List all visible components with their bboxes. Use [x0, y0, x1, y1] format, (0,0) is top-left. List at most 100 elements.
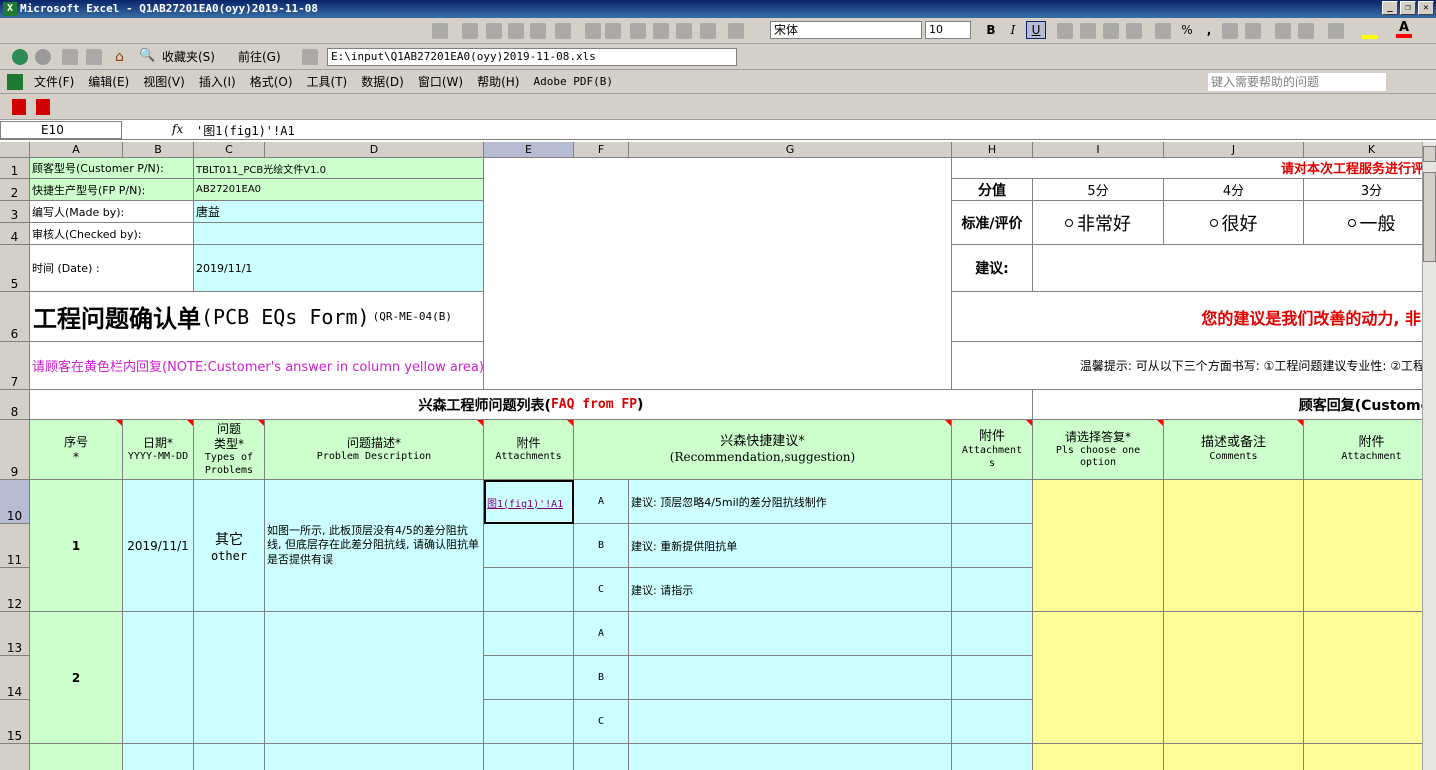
rotate-icon[interactable]	[605, 23, 621, 39]
q2-type[interactable]	[194, 612, 265, 744]
column-header-j[interactable]: J	[1164, 142, 1304, 158]
close-button[interactable]: ✕	[1418, 1, 1434, 15]
row-header-10[interactable]: 10	[0, 480, 30, 524]
select-all-corner[interactable]	[0, 142, 30, 158]
menu-edit[interactable]: 编辑(E)	[88, 74, 129, 90]
made-by-value[interactable]: 唐益	[194, 201, 484, 223]
q1-option-text-2[interactable]: 建议: 请指示	[629, 568, 952, 612]
tip-cell[interactable]: 温馨提示: 可从以下三个方面书写: ①工程问题建议专业性: ②工程确	[952, 342, 1436, 390]
stop-icon[interactable]	[62, 49, 78, 65]
q2-description[interactable]	[265, 612, 484, 744]
effect2-icon[interactable]	[555, 23, 571, 39]
criteria-label-cell[interactable]: 标准/评价	[952, 201, 1033, 245]
borders-icon[interactable]	[1328, 23, 1344, 39]
menu-data[interactable]: 数据(D)	[361, 74, 404, 90]
row-header-5[interactable]: 5	[0, 245, 30, 292]
form-title-cell[interactable]: 工程问题确认单 (PCB EQs Form) (QR-ME-04(B)	[30, 292, 484, 342]
shape2-icon[interactable]	[508, 23, 524, 39]
motivation-cell[interactable]: 您的建议是我们改善的动力, 非常	[952, 292, 1436, 342]
align-center-icon[interactable]	[1080, 23, 1096, 39]
q1-comments[interactable]	[1164, 480, 1304, 612]
rating-option-very-good[interactable]: 非常好	[1033, 201, 1164, 245]
menu-insert[interactable]: 插入(I)	[199, 74, 236, 90]
q1-attachment2-1[interactable]	[952, 524, 1033, 568]
q2-option-text-1[interactable]	[629, 656, 952, 700]
menu-help[interactable]: 帮助(H)	[477, 74, 519, 90]
q2-option-key-2[interactable]: C	[574, 700, 629, 744]
column-header-d[interactable]: D	[265, 142, 484, 158]
reset-picture-icon[interactable]	[728, 23, 744, 39]
search-icon[interactable]: 🔍	[139, 48, 155, 64]
refresh-icon[interactable]	[86, 49, 102, 65]
q1-attachment-2[interactable]	[484, 568, 574, 612]
note-cell[interactable]: 请顾客在黄色栏内回复(NOTE:Customer's answer in col…	[30, 342, 484, 390]
q1-option-key-0[interactable]: A	[574, 480, 629, 524]
q1-option-text-1[interactable]: 建议: 重新提供阻抗单	[629, 524, 952, 568]
scroll-thumb[interactable]	[1423, 172, 1436, 262]
checked-by-value[interactable]	[194, 223, 484, 245]
pdf-email-icon[interactable]	[36, 99, 50, 115]
customer-reply-cell[interactable]: 顾客回复(Customer	[1033, 390, 1436, 420]
header-attachments-2[interactable]: 附件 Attachment s	[952, 420, 1033, 480]
header-comments[interactable]: 描述或备注 Comments	[1164, 420, 1304, 480]
back-icon[interactable]	[12, 49, 28, 65]
favorites-menu[interactable]: 收藏夹(S)	[162, 48, 215, 66]
rating-option-average[interactable]: 一般	[1304, 201, 1436, 245]
row-header-4[interactable]: 4	[0, 223, 30, 245]
row-header-8[interactable]: 8	[0, 390, 30, 420]
formula-input[interactable]: '图1(fig1)'!A1	[196, 122, 295, 139]
q3-attachment-3[interactable]	[1304, 744, 1436, 770]
fx-icon[interactable]: fx	[172, 122, 183, 136]
row-header-3[interactable]: 3	[0, 201, 30, 223]
menu-file[interactable]: 文件(F)	[34, 74, 74, 90]
q1-attachment-0[interactable]: 图1(fig1)'!A1	[484, 480, 574, 524]
customer-pn-label[interactable]: 顾客型号(Customer P/N):	[30, 158, 194, 179]
q1-attachment-3[interactable]	[1304, 480, 1436, 612]
scroll-up-button[interactable]	[1423, 146, 1436, 162]
outdent-icon[interactable]	[1275, 23, 1291, 39]
bold-button[interactable]: B	[982, 21, 1000, 39]
radio-icon[interactable]	[1209, 218, 1218, 227]
rating-title-cell[interactable]: 请对本次工程服务进行评价	[952, 158, 1436, 179]
q2-attachment-3[interactable]	[1304, 612, 1436, 744]
customer-pn-value[interactable]: TBLT011_PCB光绘文件V1.0	[194, 158, 484, 179]
q3-option-key[interactable]: A	[574, 744, 629, 770]
header-seq[interactable]: 序号 *	[30, 420, 123, 480]
home-icon[interactable]: ⌂	[115, 49, 131, 65]
q1-attachment2-0[interactable]	[952, 480, 1033, 524]
row-header-1[interactable]: 1	[0, 158, 30, 179]
draw-icon[interactable]	[462, 23, 478, 39]
q2-option-key-0[interactable]: A	[574, 612, 629, 656]
name-box[interactable]: E10	[0, 121, 122, 139]
row-header-14[interactable]: 14	[0, 656, 30, 700]
q2-attachment2-0[interactable]	[952, 612, 1033, 656]
fill-color-icon[interactable]	[1362, 23, 1378, 39]
chart-icon[interactable]	[432, 23, 448, 39]
q1-option-key-2[interactable]: C	[574, 568, 629, 612]
row-header-6[interactable]: 6	[0, 292, 30, 342]
suggest-input[interactable]	[1033, 245, 1436, 292]
line-style-icon[interactable]	[630, 23, 646, 39]
menu-window[interactable]: 窗口(W)	[418, 74, 463, 90]
font-color-icon[interactable]: A	[1396, 20, 1412, 38]
score-cell-2[interactable]: 3分	[1304, 179, 1436, 201]
q3-type[interactable]	[194, 744, 265, 770]
q3-description[interactable]	[265, 744, 484, 770]
date-value[interactable]: 2019/11/1	[194, 245, 484, 292]
q2-choose-option[interactable]	[1033, 612, 1164, 744]
merge-center-icon[interactable]	[1126, 23, 1142, 39]
align-right-icon[interactable]	[1103, 23, 1119, 39]
date-label[interactable]: 时间 (Date) :	[30, 245, 194, 292]
show-web-toolbar-icon[interactable]	[302, 49, 318, 65]
menu-adobe-pdf[interactable]: Adobe PDF(B)	[533, 74, 612, 90]
faq-title-cell[interactable]: 兴森工程师问题列表(FAQ from FP)	[30, 390, 1033, 420]
forward-icon[interactable]	[35, 49, 51, 65]
row-header-15[interactable]: 15	[0, 700, 30, 744]
currency-icon[interactable]	[1155, 23, 1171, 39]
q1-option-text-0[interactable]: 建议: 顶层忽略4/5mil的差分阻抗线制作	[629, 480, 952, 524]
q2-attachment2-2[interactable]	[952, 700, 1033, 744]
crop-icon[interactable]	[585, 23, 601, 39]
q2-attachment-0[interactable]	[484, 612, 574, 656]
column-header-f[interactable]: F	[574, 142, 629, 158]
header-attachment-3[interactable]: 附件 Attachment	[1304, 420, 1436, 480]
